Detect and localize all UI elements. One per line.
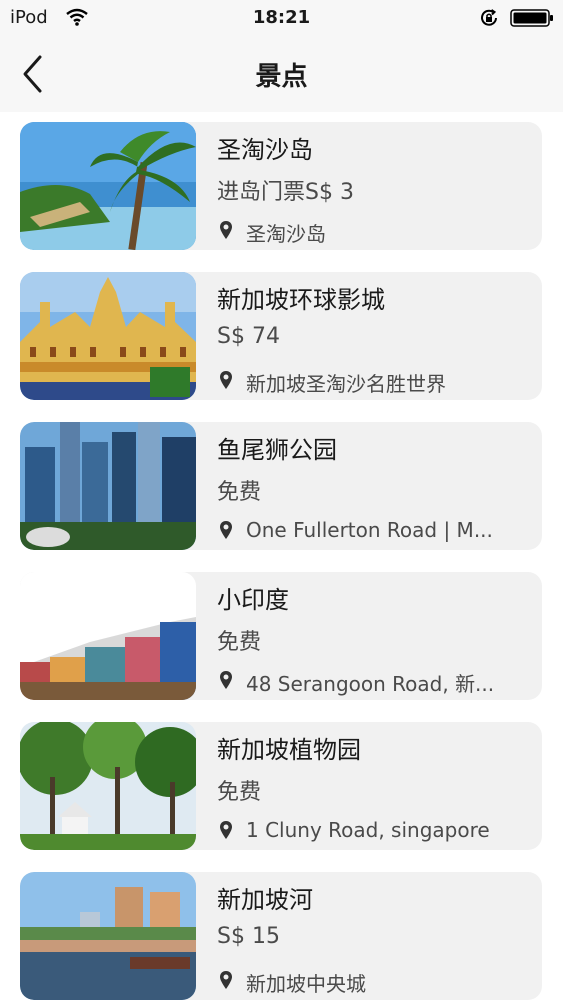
location-pin-icon — [220, 521, 232, 539]
list-item[interactable]: 新加坡植物园 免费 1 Cluny Road, singapore — [20, 722, 542, 850]
attraction-address: 1 Cluny Road, singapore — [246, 818, 490, 842]
attraction-address: One Fullerton Road | M... — [246, 518, 493, 542]
attraction-photo — [20, 572, 196, 700]
list-item[interactable]: 新加坡环球影城 S$ 74 新加坡圣淘沙名胜世界 — [20, 272, 542, 400]
location-pin-icon — [220, 971, 232, 989]
rotation-lock-icon — [481, 9, 497, 26]
location-pin-icon — [220, 671, 232, 689]
attraction-address: 新加坡圣淘沙名胜世界 — [246, 372, 446, 396]
attraction-price: 免费 — [217, 630, 262, 655]
list-item[interactable]: 圣淘沙岛 进岛门票S$ 3 圣淘沙岛 — [20, 122, 542, 250]
attraction-price: S$ 74 — [217, 324, 280, 349]
attraction-price: S$ 15 — [217, 924, 280, 949]
attraction-name: 新加坡植物园 — [217, 736, 361, 764]
attraction-address: 48 Serangoon Road, 新... — [246, 672, 495, 696]
list-item[interactable]: 小印度 免费 48 Serangoon Road, 新... — [20, 572, 542, 700]
location-pin-icon — [220, 821, 232, 839]
list-item[interactable]: 新加坡河 S$ 15 新加坡中央城 — [20, 872, 542, 1000]
attraction-name: 小印度 — [217, 586, 289, 614]
attraction-address: 新加坡中央城 — [246, 972, 366, 996]
location-pin-icon — [220, 221, 232, 239]
attraction-photo — [20, 722, 196, 850]
attraction-name: 新加坡河 — [217, 886, 313, 914]
page-title: 景点 — [255, 62, 308, 92]
attraction-photo — [20, 272, 196, 400]
attraction-name: 圣淘沙岛 — [217, 136, 313, 164]
battery-icon — [510, 9, 553, 27]
status-bar: iPod 18:21 — [0, 0, 563, 36]
list-item[interactable]: 鱼尾狮公园 免费 One Fullerton Road | M... — [20, 422, 542, 550]
attraction-price: 免费 — [217, 780, 262, 805]
attraction-name: 鱼尾狮公园 — [217, 436, 337, 464]
attraction-price: 免费 — [217, 480, 262, 505]
attraction-price: 进岛门票S$ 3 — [217, 180, 354, 205]
location-pin-icon — [220, 371, 232, 389]
attraction-name: 新加坡环球影城 — [217, 286, 385, 314]
navigation-bar: 景点 — [0, 36, 563, 112]
attraction-photo — [20, 122, 196, 250]
attraction-photo — [20, 872, 196, 1000]
attraction-photo — [20, 422, 196, 550]
attraction-address: 圣淘沙岛 — [246, 222, 326, 246]
